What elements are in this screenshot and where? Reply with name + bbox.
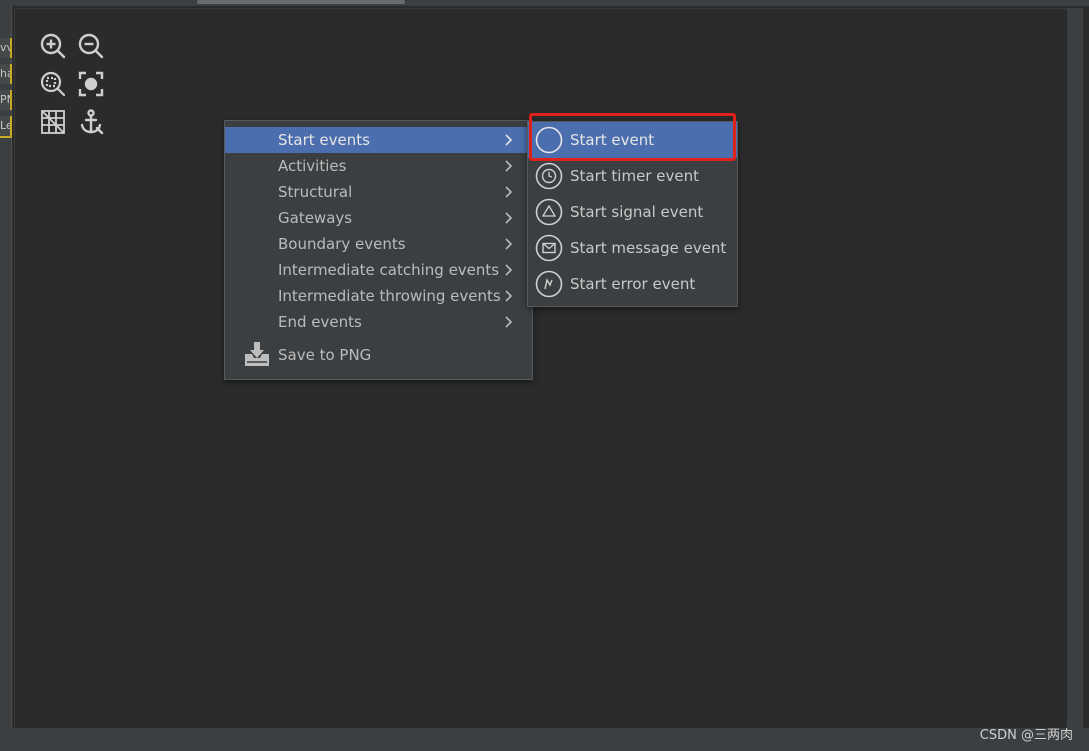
- chevron-right-icon: [504, 179, 514, 207]
- menu-item-label: Start events: [278, 131, 370, 149]
- left-fragment: vv: [0, 38, 12, 58]
- menu-item-label: Activities: [278, 157, 347, 175]
- menu-item-label: Intermediate throwing events: [278, 287, 501, 305]
- chevron-right-icon: [504, 257, 514, 285]
- error-lightning-icon: [535, 270, 563, 298]
- menu-item-intermediate-catching-events[interactable]: Intermediate catching events: [225, 257, 532, 283]
- left-panel-strip: vv ha PN Le: [0, 0, 12, 751]
- message-envelope-icon: [535, 234, 563, 262]
- chevron-right-icon: [504, 127, 514, 155]
- signal-triangle-icon: [535, 198, 563, 226]
- anchor-icon[interactable]: [76, 107, 106, 137]
- save-download-icon: [242, 340, 272, 370]
- submenu-item-label: Start event: [570, 131, 655, 149]
- diagram-canvas[interactable]: [14, 8, 1068, 730]
- zoom-fit-icon[interactable]: [38, 69, 68, 99]
- left-fragment: PN: [0, 90, 12, 110]
- start-events-submenu: Start event Start timer event Start sign…: [527, 121, 738, 307]
- submenu-item-start-signal-event[interactable]: Start signal event: [528, 194, 737, 230]
- submenu-item-start-timer-event[interactable]: Start timer event: [528, 158, 737, 194]
- submenu-item-start-error-event[interactable]: Start error event: [528, 266, 737, 302]
- left-fragment: ha: [0, 64, 12, 84]
- submenu-item-label: Start signal event: [570, 203, 704, 221]
- chevron-right-icon: [504, 231, 514, 259]
- watermark: CSDN @三两肉: [979, 728, 1073, 743]
- menu-item-structural[interactable]: Structural: [225, 179, 532, 205]
- focus-icon[interactable]: [76, 69, 106, 99]
- menu-item-boundary-events[interactable]: Boundary events: [225, 231, 532, 257]
- vertical-scrollbar[interactable]: [1067, 8, 1083, 728]
- menu-item-intermediate-throwing-events[interactable]: Intermediate throwing events: [225, 283, 532, 309]
- submenu-item-label: Start timer event: [570, 167, 699, 185]
- submenu-item-label: Start error event: [570, 275, 696, 293]
- submenu-item-start-message-event[interactable]: Start message event: [528, 230, 737, 266]
- menu-item-label: Intermediate catching events: [278, 261, 500, 279]
- menu-item-label: Save to PNG: [278, 346, 372, 364]
- menu-item-end-events[interactable]: End events: [225, 309, 532, 335]
- scroll-thumb[interactable]: [197, 0, 405, 4]
- menu-item-label: Gateways: [278, 209, 353, 227]
- menu-item-save-to-png[interactable]: Save to PNG: [225, 337, 532, 373]
- chevron-right-icon: [504, 153, 514, 181]
- menu-item-label: Structural: [278, 183, 353, 201]
- menu-item-activities[interactable]: Activities: [225, 153, 532, 179]
- chevron-right-icon: [504, 283, 514, 311]
- canvas-toolbar: [38, 31, 114, 145]
- context-menu: Start events Activities Structural Gatew…: [224, 120, 533, 380]
- submenu-item-start-event[interactable]: Start event: [528, 122, 737, 158]
- menu-item-label: End events: [278, 313, 362, 331]
- start-event-circle-icon: [535, 126, 563, 154]
- menu-item-label: Boundary events: [278, 235, 406, 253]
- submenu-item-label: Start message event: [570, 239, 727, 257]
- grid-icon[interactable]: [38, 107, 68, 137]
- zoom-out-icon[interactable]: [76, 31, 106, 61]
- timer-icon: [535, 162, 563, 190]
- zoom-in-icon[interactable]: [38, 31, 68, 61]
- left-fragment: Le: [0, 116, 12, 138]
- top-scrollbar[interactable]: [11, 0, 1089, 6]
- bottom-scrollbar[interactable]: [11, 728, 1089, 751]
- chevron-right-icon: [504, 205, 514, 233]
- menu-item-start-events[interactable]: Start events: [225, 127, 532, 153]
- menu-item-gateways[interactable]: Gateways: [225, 205, 532, 231]
- chevron-right-icon: [504, 309, 514, 337]
